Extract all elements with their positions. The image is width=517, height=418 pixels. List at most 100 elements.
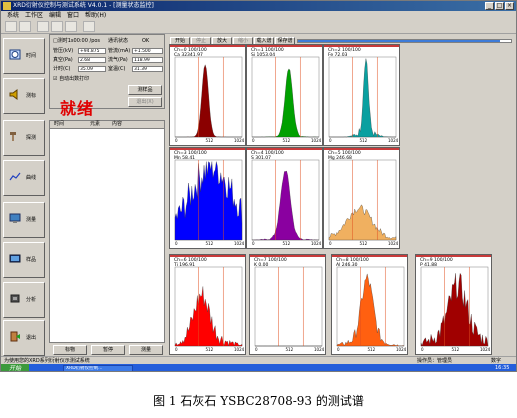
axis-tick-label: 512 [206,241,214,246]
axis-tick-label: 0 [175,347,178,352]
sidebar-item-probe[interactable]: 探测 [3,120,45,156]
timer-temp-label: 计时(C) [53,66,71,72]
sidebar-item-label: 时间 [26,53,37,59]
spectrum-area: 开始 停止 放大 缩小 载入谱 保存谱 0 512 1024 Ch=0 100/100… [167,34,514,356]
axis-tick-label: 512 [286,347,294,352]
spectrum-plot: 0 512 1024 [336,266,407,352]
axis-tick-label: 0 [255,347,258,352]
column-element[interactable]: 元素 [90,121,100,128]
measure-button[interactable]: 测量 [129,345,163,355]
spectrum-panel[interactable]: 0 512 1024 Ch=2 100/100 Fe 72.03 [323,44,400,146]
axis-tick-label: 1024 [388,241,399,246]
panel-element-value: Ca 32341.97 [174,53,203,58]
comm-status-label: 通讯状态 [108,38,129,44]
spectrum-peak [328,204,397,241]
axis-tick-label: 1024 [396,347,407,352]
menu-edit[interactable]: 编辑 [49,11,61,20]
axis-tick-label: 512 [283,241,291,246]
spectrum-plot: 0 512 1024 [174,159,245,246]
axis-tick-label: 1024 [480,347,491,352]
timer-label: □测时1s00:00 /pos [53,38,101,44]
axis-tick-label: 1024 [234,347,245,352]
spectrum-panel[interactable]: 0 512 1024 Ch=1 100/100 Si 1053.04 [246,44,323,146]
measure-sample-button[interactable]: 测样品 [128,85,162,95]
toolbar-help-icon[interactable] [83,21,95,32]
spectrum-panel[interactable]: 0 512 1024 Ch=5 100/100 Mg 246.68 [323,147,400,249]
menu-window[interactable]: 窗口 [67,11,79,20]
gas-flow-label: 流气(Pa) [108,57,128,63]
tube-voltage-value: +94.875 [78,48,106,54]
spectrum-panel[interactable]: 0 512 1024 Ch=6 100/100 Ti 196.91 [169,254,246,355]
chip-icon [10,294,20,303]
spectrum-panel[interactable]: 0 512 1024 Ch=0 100/100 Ca 32341.97 [169,44,246,146]
spectrum-peak [329,58,396,138]
start-button-taskbar[interactable]: 开始 [1,364,29,371]
spectrum-peak [175,64,242,138]
vacuum-value: 2.68 [78,57,106,63]
menu-bar: 系统 工作区 编辑 窗口 帮助(H) [1,11,516,20]
monitor-icon [9,213,21,223]
toolbar-save-icon[interactable] [19,21,31,32]
curve-icon [9,172,21,181]
sidebar-item-exit[interactable]: 退出 [3,320,45,356]
sidebar-item-label: 曲线 [26,175,37,181]
sidebar-item-label: 测量 [26,217,37,223]
toolbar-chart-icon[interactable] [51,21,63,32]
window-title: XRD衍射仪控制与测试系统 V4.0.1 - [测量状态监控] [13,2,154,9]
title-bar: XRD衍射仪控制与测试系统 V4.0.1 - [测量状态监控] _ □ × [1,1,516,11]
app-window: XRD衍射仪控制与测试系统 V4.0.1 - [测量状态监控] _ □ × 系统… [0,0,517,372]
axis-tick-label: 512 [360,241,368,246]
axis-tick-label: 1024 [388,138,399,143]
tube-voltage-label: 管压(kV) [53,48,74,54]
spectrum-peak [420,272,489,347]
menu-help[interactable]: 帮助(H) [85,11,106,20]
pause-button[interactable]: 暂停 [91,345,125,355]
sidebar-item-curve[interactable]: 曲线 [3,160,45,196]
minimize-button[interactable]: _ [485,2,494,10]
panel-element-value: Ti 196.91 [174,263,196,268]
maximize-button[interactable]: □ [495,2,504,10]
taskbar-app-item[interactable]: XRD衍射仪控制... [63,365,133,371]
toolbar-open-icon[interactable] [5,21,17,32]
spectrum-peak [174,286,243,347]
close-button[interactable]: × [505,2,514,10]
spectrum-peak [252,68,319,138]
spectrum-peak [251,170,319,241]
column-time[interactable]: 时间 [54,121,64,128]
menu-workspace[interactable]: 工作区 [25,11,43,20]
axis-tick-label: 512 [283,138,291,143]
axis-tick-label: 0 [175,241,178,246]
measurement-progress-bar [297,39,512,43]
menu-system[interactable]: 系统 [7,11,19,20]
spectrum-panel[interactable]: 0 512 1024 Ch=3 100/100 Mn 58.41 [169,147,246,249]
timer-temp-value: 35.09 [78,66,106,72]
panel-element-value: S 301.07 [251,156,272,161]
spectrum-peak [336,273,405,347]
exit-button[interactable]: 退出(X) [128,97,162,107]
toolbar-print-icon[interactable] [37,21,49,32]
taskbar: 开始 XRD衍射仪控制... 16:35 [1,364,516,371]
tube-current-value: +1.500 [132,48,163,54]
sidebar-item-measure[interactable]: 测量 [3,202,45,238]
spectrum-peak [174,161,243,241]
sidebar-item-time[interactable]: 时间 [3,38,45,74]
spectrum-plot: 0 512 1024 [328,159,399,246]
spectrum-plot: 0 512 1024 [251,56,322,143]
sidebar-item-sample[interactable]: 样品 [3,242,45,278]
taskbar-clock: 16:35 [495,365,510,371]
spectrum-panel[interactable]: 0 512 1024 Ch=4 100/100 S 301.07 [246,147,323,249]
column-content[interactable]: 内容 [112,121,122,128]
sidebar-item-analysis[interactable]: 分析 [3,282,45,318]
axis-tick-label: 512 [368,347,376,352]
axis-tick-label: 1024 [311,241,322,246]
toolbar-settings-icon[interactable] [65,21,77,32]
sidebar-item-label: 探测 [26,135,37,141]
standard-button[interactable]: 标物 [53,345,87,355]
spectrum-panel[interactable]: 0 512 1024 Ch=7 100/100 K 0.00 [249,254,326,355]
sidebar-item-calibrate[interactable]: 测标 [3,78,45,114]
auto-print-checkbox[interactable]: ☑ 自动出数打印 [53,76,89,82]
result-list[interactable]: 时间 元素 内容 [49,120,165,343]
spectrum-panel[interactable]: 0 512 1024 Ch=8 100/100 Al 246.30 [331,254,408,355]
spectrum-panel[interactable]: 0 512 1024 Ch=9 100/100 P 41.88 [415,254,492,355]
vacuum-label: 真空(Pa) [53,57,73,63]
